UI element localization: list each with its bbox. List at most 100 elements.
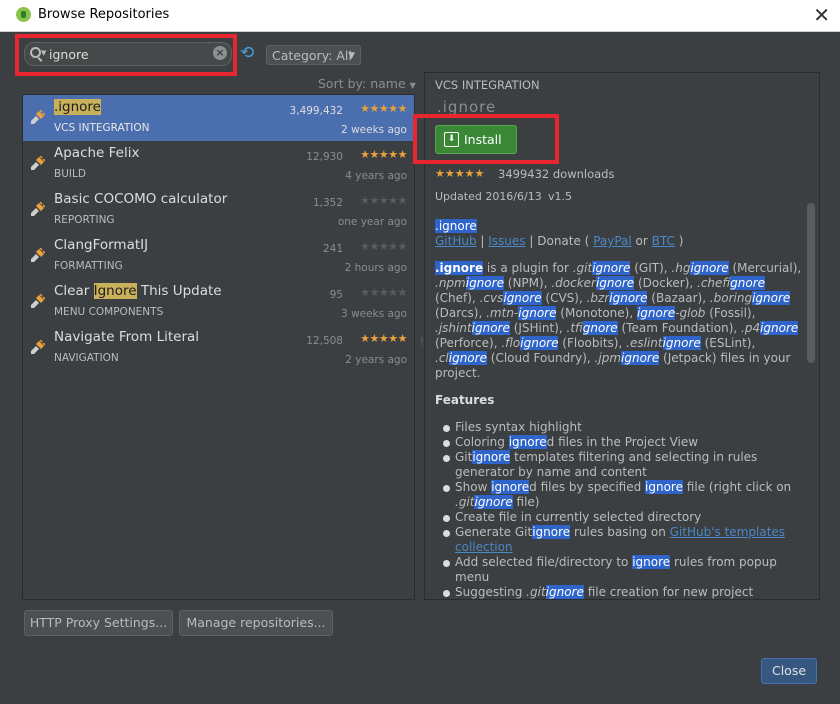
plugin-updated-age: 4 years ago (345, 170, 407, 182)
feature-item: Generate Gitignore rules basing on GitHu… (435, 525, 803, 555)
plugin-updated-age: 3 weeks ago (341, 308, 407, 320)
plugin-row-navigate-from-literal[interactable]: Navigate From Literal NAVIGATION 12,508 … (23, 325, 414, 371)
manage-repositories-button[interactable]: Manage repositories... (179, 610, 333, 636)
plugin-downloads: 3,499,432 (289, 105, 343, 117)
star-icon: ★ (369, 148, 380, 161)
star-icon: ★ (378, 240, 389, 253)
plugin-row-apache-felix[interactable]: Apache Felix BUILD 12,930 ★★★★★ 4 years … (23, 141, 414, 187)
plugin-name: Apache Felix (54, 145, 139, 161)
refresh-icon[interactable]: ⟲ (240, 45, 254, 62)
star-icon: ★ (397, 102, 408, 115)
star-icon: ★ (369, 240, 380, 253)
plugin-downloads: 95 (329, 289, 343, 301)
close-icon[interactable]: ✕ (813, 3, 830, 27)
github-link[interactable]: GitHub (435, 234, 477, 248)
feature-item: Show ignored files by specified ignore f… (435, 480, 803, 510)
plugin-name: Basic COCOMO calculator (54, 191, 227, 207)
plugin-name-text: Apache Felix (54, 145, 140, 161)
sort-by-label: Sort by: name (318, 76, 406, 91)
detail-scrollbar[interactable] (807, 203, 815, 363)
issues-link[interactable]: Issues (488, 234, 525, 248)
plugin-updated-age: 2 years ago (345, 354, 407, 366)
star-icon: ★ (378, 102, 389, 115)
description-links: .ignore GitHub | Issues | Donate ( PayPal… (435, 219, 684, 248)
rating-stars: ★★★★★ (360, 194, 407, 207)
feature-item: Add selected file/directory to ignore ru… (435, 555, 803, 585)
category-dropdown-label: Category: All (272, 48, 352, 63)
plugin-plug-icon (30, 109, 46, 125)
detail-version: v1.5 (548, 190, 573, 203)
plugin-updated-age: one year ago (337, 216, 407, 228)
chevron-down-icon: ▼ (409, 81, 416, 90)
plugin-updated-age: 2 hours ago (344, 262, 407, 274)
category-dropdown[interactable]: Category: All ▼ (266, 45, 361, 65)
star-icon: ★ (378, 332, 389, 345)
star-icon: ★ (360, 102, 370, 115)
plugin-downloads: 12,930 (306, 151, 343, 163)
rating-stars: ★★★★★ (435, 167, 484, 180)
star-icon: ★ (397, 148, 408, 161)
plugin-plug-icon (30, 339, 46, 355)
http-proxy-settings-button[interactable]: HTTP Proxy Settings... (24, 610, 173, 636)
window-title: Browse Repositories (38, 7, 170, 22)
browse-repositories-dialog: ▼ × ⟲ Category: All ▼ Sort by: name ▼ .i… (0, 32, 840, 704)
title-bar: Browse Repositories ✕ (0, 0, 840, 32)
feature-item: Suggesting .gitignore file creation for … (435, 585, 803, 599)
sort-by-dropdown[interactable]: Sort by: name ▼ (318, 76, 416, 91)
plugin-name-text-suffix: This Update (136, 283, 222, 299)
rating-stars: ★★★★★ (360, 240, 407, 253)
rating-stars: ★★★★★ (360, 286, 407, 299)
btc-link[interactable]: BTC (652, 234, 675, 248)
detail-downloads: 3499432 downloads (498, 167, 615, 181)
star-icon: ★ (360, 332, 370, 345)
star-icon: ★ (388, 240, 398, 253)
plugin-row-basic-cocomo[interactable]: Basic COCOMO calculator REPORTING 1,352 … (23, 187, 414, 233)
paypal-link[interactable]: PayPal (593, 234, 632, 248)
star-icon: ★ (444, 167, 455, 180)
http-proxy-settings-label: HTTP Proxy Settings... (29, 615, 168, 630)
rating-stars: ★★★★★ (360, 332, 407, 345)
plugin-list: .ignore VCS INTEGRATION 3,499,432 ★★★★★ … (22, 94, 415, 600)
star-icon: ★ (397, 194, 408, 207)
android-studio-icon (16, 7, 31, 22)
star-icon: ★ (397, 286, 408, 299)
star-icon: ★ (474, 167, 485, 180)
close-button[interactable]: Close (761, 658, 817, 684)
annotation-box-search (15, 34, 237, 76)
plugin-name-text: ClangFormatIJ (54, 237, 149, 253)
close-button-label: Close (771, 663, 807, 678)
description-summary: .ignore is a plugin for .gitignore (GIT)… (435, 261, 802, 380)
plugin-plug-icon (30, 293, 46, 309)
star-icon: ★ (369, 194, 380, 207)
github-templates-link[interactable]: GitHub's templates collection (455, 525, 785, 554)
rating-stars: ★★★★★ (360, 148, 407, 161)
plugin-name-text: Clear (54, 283, 94, 299)
star-icon: ★ (454, 167, 465, 180)
detail-updated: Updated 2016/6/13 (435, 190, 542, 203)
plugin-name: ClangFormatIJ (54, 237, 148, 253)
star-icon: ★ (435, 167, 445, 180)
star-icon: ★ (369, 102, 380, 115)
plugin-category: REPORTING (54, 214, 115, 226)
feature-item: Files syntax highlight (435, 420, 803, 435)
star-icon: ★ (360, 148, 370, 161)
annotation-box-install (413, 114, 559, 164)
feature-item: Coloring ignored files in the Project Vi… (435, 435, 803, 450)
star-icon: ★ (388, 148, 398, 161)
plugin-row-clear-ignore[interactable]: Clear Ignore This Update MENU COMPONENTS… (23, 279, 414, 325)
plugin-name-match: Ignore (93, 283, 137, 299)
star-icon: ★ (388, 194, 398, 207)
plugin-name-text: Basic COCOMO calculator (54, 191, 228, 207)
star-icon: ★ (378, 194, 389, 207)
plugin-row-ignore[interactable]: .ignore VCS INTEGRATION 3,499,432 ★★★★★ … (23, 95, 414, 141)
star-icon: ★ (388, 102, 398, 115)
detail-category: VCS INTEGRATION (435, 78, 540, 92)
star-icon: ★ (369, 286, 380, 299)
plugin-description: .ignore GitHub | Issues | Donate ( PayPal… (435, 219, 803, 599)
star-icon: ★ (397, 332, 408, 345)
plugin-plug-icon (30, 247, 46, 263)
plugin-category: MENU COMPONENTS (54, 306, 164, 318)
features-list: Files syntax highlight Coloring ignored … (435, 420, 803, 599)
plugin-plug-icon (30, 155, 46, 171)
plugin-row-clangformatij[interactable]: ClangFormatIJ FORMATTING 241 ★★★★★ 2 hou… (23, 233, 414, 279)
